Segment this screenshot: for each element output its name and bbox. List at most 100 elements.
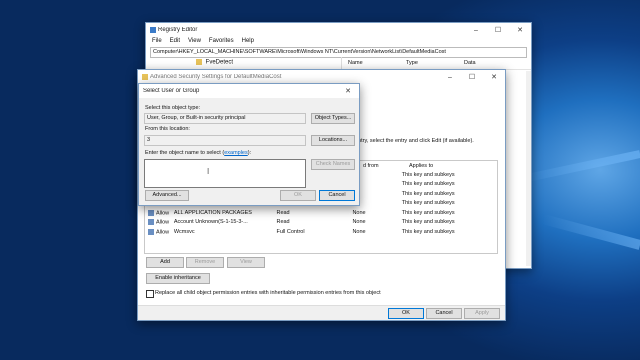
cell-principal: Account Unknown(S-1-15-3-... xyxy=(172,218,275,228)
vertical-scrollbar[interactable] xyxy=(526,71,531,266)
table-row[interactable]: Allow Account Unknown(S-1-15-3-... Read Non… xyxy=(146,218,486,228)
column-inherited-from[interactable]: d from xyxy=(363,163,379,169)
text-cursor-icon: I xyxy=(207,167,210,176)
cell-applies: This key and subkeys xyxy=(400,218,486,228)
view-button[interactable]: View xyxy=(227,257,265,268)
close-button[interactable]: ✕ xyxy=(337,87,359,95)
cell-applies: This key and subkeys xyxy=(400,208,486,218)
cell-principal-text: ALL APPLICATION PACKAGES xyxy=(173,209,252,216)
advanced-button[interactable]: Advanced... xyxy=(145,190,189,201)
cell-applies: This key and subkeys xyxy=(400,170,486,180)
cell-applies: This key and subkeys xyxy=(400,199,486,209)
registry-title: Registry Editor xyxy=(158,27,198,33)
cell-inherited: None xyxy=(350,227,399,237)
enable-inheritance-button[interactable]: Enable inheritance xyxy=(146,273,210,284)
add-button[interactable]: Add xyxy=(146,257,184,268)
cell-inherited: None xyxy=(350,208,399,218)
ok-button[interactable]: OK xyxy=(388,308,424,319)
column-data[interactable]: Data xyxy=(464,60,476,66)
cell-access: Read xyxy=(274,208,350,218)
advanced-title-bar: Advanced Security Settings for DefaultMe… xyxy=(138,70,505,84)
examples-link[interactable]: examples xyxy=(224,150,248,156)
object-types-button[interactable]: Object Types... xyxy=(311,113,355,124)
minimize-button[interactable]: – xyxy=(439,74,461,81)
table-row[interactable]: Allow ALL APPLICATION PACKAGES Read None Thi… xyxy=(146,208,486,218)
close-button[interactable]: ✕ xyxy=(509,26,531,34)
menu-help[interactable]: Help xyxy=(242,38,254,44)
folder-icon xyxy=(196,59,202,65)
remove-button[interactable]: Remove xyxy=(186,257,224,268)
cell-type-text: Allow xyxy=(156,209,170,216)
cell-type: Allow xyxy=(146,208,172,218)
column-name[interactable]: Name xyxy=(348,60,363,66)
cell-inherited: None xyxy=(350,218,399,228)
cell-access-text: Full Control xyxy=(276,228,305,235)
location-label: From this location: xyxy=(145,126,190,132)
maximize-button[interactable]: ☐ xyxy=(461,73,483,81)
cell-principal-text: Account Unknown(S-1-15-3-... xyxy=(173,219,248,226)
select-cancel-button[interactable]: Cancel xyxy=(319,190,355,201)
enter-object-text: Enter the object name to select xyxy=(145,150,221,156)
cell-applies-text: This key and subkeys xyxy=(401,181,455,188)
cell-access-text: Read xyxy=(276,219,290,226)
cell-principal-text: Wcmsvc xyxy=(173,228,195,235)
instruction-text: entry, select the entry and click Edit (… xyxy=(355,138,474,144)
cell-principal: ALL APPLICATION PACKAGES xyxy=(172,208,275,218)
cell-type: Allow xyxy=(146,227,172,237)
select-user-title: Select User or Group xyxy=(143,88,200,94)
cell-access: Read xyxy=(274,218,350,228)
apply-button[interactable]: Apply xyxy=(464,308,500,319)
cell-applies-text: This key and subkeys xyxy=(401,200,455,207)
cell-applies: This key and subkeys xyxy=(400,227,486,237)
check-names-button[interactable]: Check Names xyxy=(311,159,355,170)
cell-applies-text: This key and subkeys xyxy=(401,219,455,226)
object-name-input[interactable]: I xyxy=(144,159,306,188)
cell-applies-text: This key and subkeys xyxy=(401,209,455,216)
column-type[interactable]: Type xyxy=(406,60,418,66)
cell-access-text: Read xyxy=(276,209,290,216)
user-group-icon xyxy=(148,209,154,216)
select-user-dialog: Select User or Group ✕ Select this objec… xyxy=(138,83,360,206)
cell-applies: This key and subkeys xyxy=(400,180,486,190)
cell-applies: This key and subkeys xyxy=(400,189,486,199)
user-group-icon xyxy=(148,228,154,235)
cell-inherited-text: None xyxy=(352,219,366,226)
location-field: 3 xyxy=(144,135,306,146)
menu-file[interactable]: File xyxy=(152,38,162,44)
column-applies-to[interactable]: Applies to xyxy=(409,163,433,169)
cell-inherited-text: None xyxy=(352,209,366,216)
maximize-button[interactable]: ☐ xyxy=(487,26,509,34)
cell-applies-text: This key and subkeys xyxy=(401,228,455,235)
advanced-footer: OK Cancel Apply xyxy=(138,305,505,320)
object-type-field: User, Group, or Built-in security princi… xyxy=(144,113,306,124)
folder-icon xyxy=(142,74,148,80)
select-user-title-bar: Select User or Group ✕ xyxy=(139,84,359,98)
close-button[interactable]: ✕ xyxy=(483,73,505,81)
menu-view[interactable]: View xyxy=(188,38,201,44)
table-row[interactable]: Allow Wcmsvc Full Control None This key and … xyxy=(146,227,486,237)
replace-permissions-label: Replace all child object permission entr… xyxy=(155,290,381,296)
registry-title-bar: Registry Editor – ☐ ✕ xyxy=(146,23,531,37)
wallpaper-beam xyxy=(521,150,640,183)
cancel-button[interactable]: Cancel xyxy=(426,308,462,319)
minimize-button[interactable]: – xyxy=(465,27,487,34)
menu-edit[interactable]: Edit xyxy=(170,38,180,44)
user-group-icon xyxy=(148,219,154,226)
registry-menu-bar: File Edit View Favorites Help xyxy=(146,37,531,45)
enter-object-label: Enter the object name to select (example… xyxy=(145,150,252,156)
locations-button[interactable]: Locations... xyxy=(311,135,355,146)
select-ok-button[interactable]: OK xyxy=(280,190,316,201)
cell-inherited-text: None xyxy=(352,228,366,235)
replace-permissions-checkbox[interactable] xyxy=(146,290,154,298)
object-type-label: Select this object type: xyxy=(145,105,201,111)
advanced-title: Advanced Security Settings for DefaultMe… xyxy=(150,74,282,80)
enter-object-tail: ): xyxy=(247,150,252,156)
tree-item-fvedetect[interactable]: FveDetect xyxy=(206,60,233,66)
cell-applies-text: This key and subkeys xyxy=(401,171,455,178)
cell-type-text: Allow xyxy=(156,219,170,226)
menu-favorites[interactable]: Favorites xyxy=(209,38,234,44)
cell-type: Allow xyxy=(146,218,172,228)
cell-access: Full Control xyxy=(274,227,350,237)
wallpaper-beam xyxy=(542,214,640,250)
cell-applies-text: This key and subkeys xyxy=(401,190,455,197)
